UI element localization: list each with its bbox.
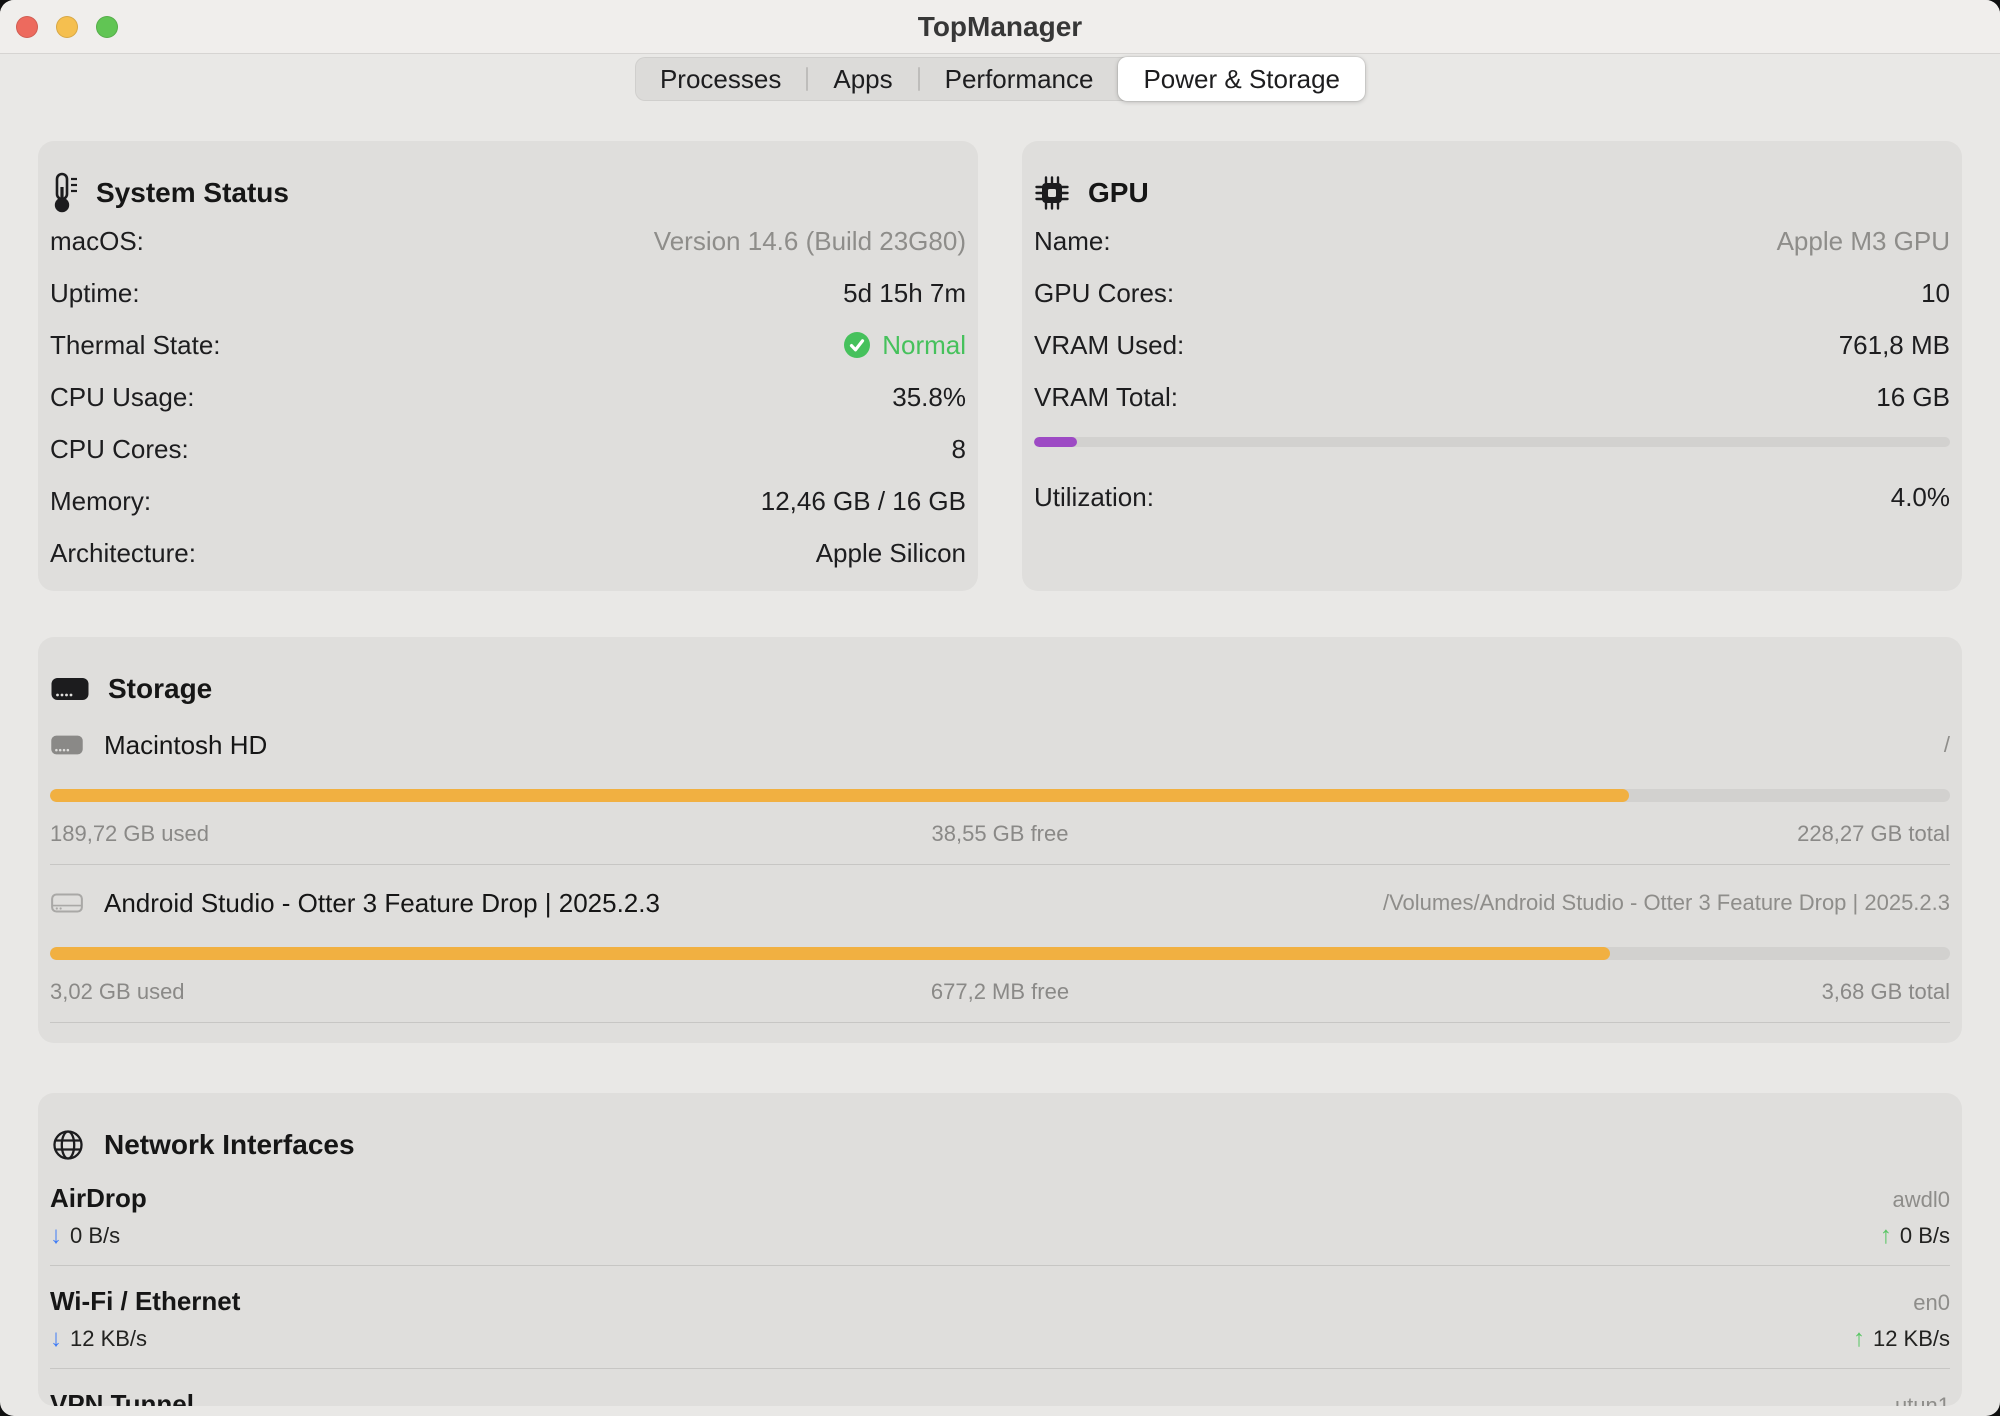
cpu-chip-icon (1034, 175, 1070, 211)
row-cpu-cores: CPU Cores: 8 (50, 423, 966, 475)
divider (50, 1265, 1950, 1266)
globe-icon (50, 1127, 86, 1163)
volume-name: Macintosh HD (104, 730, 267, 761)
vram-progress-fill (1034, 437, 1077, 447)
checkmark-circle-icon (842, 330, 872, 360)
row-gpu-name: Name: Apple M3 GPU (1034, 215, 1950, 267)
tab-processes[interactable]: Processes (635, 57, 806, 101)
row-cpu-usage: CPU Usage: 35.8% (50, 371, 966, 423)
upload-speed: ↑ 0 B/s (1880, 1222, 1950, 1250)
disk-usage-bar (50, 947, 1950, 960)
row-gpu-utilization: Utilization: 4.0% (1034, 471, 1950, 523)
system-status-panel: System Status macOS: Version 14.6 (Build… (38, 141, 978, 591)
disk-usage-bar (50, 789, 1950, 802)
gpu-title: GPU (1088, 177, 1149, 209)
disk-usage-fill (50, 947, 1610, 960)
disk-total: 228,27 GB total (1317, 821, 1950, 847)
divider (50, 1022, 1950, 1023)
disk-free: 677,2 MB free (683, 979, 1316, 1005)
tab-apps[interactable]: Apps (808, 57, 917, 101)
thermometer-icon (50, 172, 78, 214)
upload-arrow-icon: ↑ (1880, 1222, 1892, 1250)
volume-name: Android Studio - Otter 3 Feature Drop | … (104, 888, 660, 919)
internal-drive-small-icon (50, 731, 84, 759)
interface-name: Wi-Fi / Ethernet (50, 1286, 240, 1317)
volume-row: Android Studio - Otter 3 Feature Drop | … (50, 883, 1950, 1023)
network-panel: Network Interfaces AirDrop awdl0 ↓ 0 B/s… (38, 1093, 1962, 1406)
interface-row: AirDrop awdl0 ↓ 0 B/s ↑ 0 B/s (50, 1183, 1950, 1266)
disk-used: 189,72 GB used (50, 821, 683, 847)
storage-panel: Storage (38, 637, 1962, 1043)
interface-id: utun1 (1895, 1393, 1950, 1406)
row-vram-used: VRAM Used: 761,8 MB (1034, 319, 1950, 371)
tab-segmented-control: Processes Apps Performance Power & Stora… (635, 57, 1365, 101)
disk-used: 3,02 GB used (50, 979, 683, 1005)
close-button[interactable] (16, 16, 38, 38)
interface-name: AirDrop (50, 1183, 147, 1214)
download-speed: ↓ 12 KB/s (50, 1325, 147, 1353)
disk-usage-stats: 3,02 GB used 677,2 MB free 3,68 GB total (50, 978, 1950, 1006)
system-status-header: System Status (50, 175, 966, 211)
gpu-header: GPU (1034, 175, 1950, 211)
titlebar: TopManager (0, 0, 2000, 54)
row-thermal-state: Thermal State: Normal (50, 319, 966, 371)
disk-free: 38,55 GB free (683, 821, 1316, 847)
row-memory: Memory: 12,46 GB / 16 GB (50, 475, 966, 527)
main-content: System Status macOS: Version 14.6 (Build… (0, 141, 2000, 1406)
volume-mount-point: / (1944, 732, 1950, 758)
tab-power-storage[interactable]: Power & Storage (1118, 57, 1365, 101)
interface-id: en0 (1913, 1290, 1950, 1316)
thermal-state-value: Normal (882, 330, 966, 361)
row-uptime: Uptime: 5d 15h 7m (50, 267, 966, 319)
volume-row: Macintosh HD / 189,72 GB used 38,55 GB f… (50, 725, 1950, 865)
download-arrow-icon: ↓ (50, 1325, 62, 1353)
traffic-lights (16, 0, 118, 53)
row-vram-total: VRAM Total: 16 GB (1034, 371, 1950, 423)
storage-title: Storage (108, 673, 212, 705)
interface-row: VPN Tunnel utun1 (50, 1389, 1950, 1406)
network-title: Network Interfaces (104, 1129, 355, 1161)
row-gpu-cores: GPU Cores: 10 (1034, 267, 1950, 319)
disk-total: 3,68 GB total (1317, 979, 1950, 1005)
interface-name: VPN Tunnel (50, 1389, 194, 1406)
upload-speed: ↑ 12 KB/s (1853, 1325, 1950, 1353)
divider (50, 864, 1950, 865)
gpu-panel: GPU Name: Apple M3 GPU GPU Cores: 10 VRA… (1022, 141, 1962, 591)
disk-usage-fill (50, 789, 1629, 802)
divider (50, 1368, 1950, 1369)
app-window: TopManager Processes Apps Performance Po… (0, 0, 2000, 1416)
interface-row: Wi-Fi / Ethernet en0 ↓ 12 KB/s ↑ 12 KB/s (50, 1286, 1950, 1369)
system-status-title: System Status (96, 177, 289, 209)
download-arrow-icon: ↓ (50, 1222, 62, 1250)
minimize-button[interactable] (56, 16, 78, 38)
window-title: TopManager (918, 11, 1082, 43)
row-macos: macOS: Version 14.6 (Build 23G80) (50, 215, 966, 267)
network-header: Network Interfaces (50, 1127, 1950, 1163)
interface-id: awdl0 (1893, 1187, 1950, 1213)
volume-mount-point: /Volumes/Android Studio - Otter 3 Featur… (1383, 890, 1950, 916)
tab-bar: Processes Apps Performance Power & Stora… (0, 57, 2000, 101)
storage-header: Storage (50, 671, 1950, 707)
upload-arrow-icon: ↑ (1853, 1325, 1865, 1353)
row-architecture: Architecture: Apple Silicon (50, 527, 966, 579)
download-speed: ↓ 0 B/s (50, 1222, 120, 1250)
disk-usage-stats: 189,72 GB used 38,55 GB free 228,27 GB t… (50, 820, 1950, 848)
internal-drive-icon (50, 673, 90, 705)
external-drive-icon (50, 889, 84, 917)
tab-performance[interactable]: Performance (920, 57, 1119, 101)
vram-progress-bar (1034, 437, 1950, 447)
zoom-button[interactable] (96, 16, 118, 38)
